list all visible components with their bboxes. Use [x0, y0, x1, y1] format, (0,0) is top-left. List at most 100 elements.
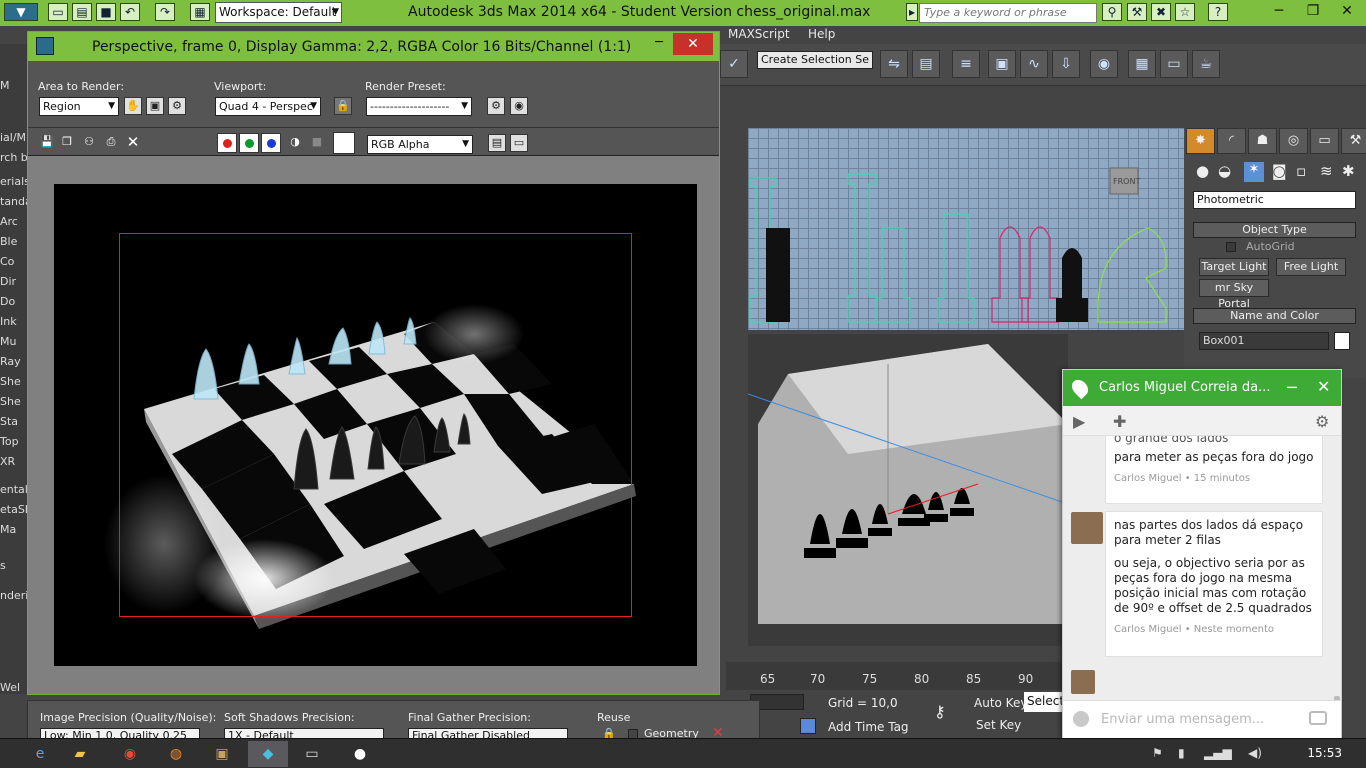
- cameras-icon[interactable]: ◙: [1272, 162, 1287, 180]
- alpha-display-icon[interactable]: ◑: [286, 134, 304, 152]
- video-call-icon[interactable]: ▶: [1073, 412, 1085, 431]
- project-folder-icon[interactable]: ▦: [190, 3, 210, 21]
- workspace-dropdown[interactable]: Workspace: Default ▼: [215, 2, 342, 23]
- environment-effects-icon[interactable]: ◉: [510, 97, 528, 115]
- space-warps-icon[interactable]: ≋: [1320, 162, 1333, 180]
- media-app-icon[interactable]: ▣: [202, 741, 242, 767]
- render-preset-dropdown[interactable]: -------------------- ▼: [366, 97, 472, 116]
- auto-region-icon[interactable]: ▣: [146, 97, 164, 115]
- display-channel-dropdown[interactable]: RGB Alpha ▼: [367, 135, 473, 154]
- clone-frame-window-icon[interactable]: ⚇: [80, 134, 98, 152]
- render-setup-icon[interactable]: ⚙: [487, 97, 505, 115]
- firefox-icon[interactable]: ◍: [156, 741, 196, 767]
- toggle-ui-icon[interactable]: ▭: [510, 134, 528, 152]
- modify-tab-icon[interactable]: ◜: [1217, 128, 1246, 154]
- mr-sky-portal-button[interactable]: mr Sky Portal: [1199, 279, 1269, 310]
- lights-icon[interactable]: ✶: [1244, 162, 1264, 182]
- rendered-image[interactable]: [54, 184, 697, 666]
- curve-editor-icon[interactable]: ∿: [1020, 50, 1048, 78]
- mirror-icon[interactable]: ⇋: [880, 50, 908, 78]
- render-teapot-icon[interactable]: ☕: [1192, 50, 1220, 78]
- close-button[interactable]: ✕: [1330, 1, 1364, 23]
- timeline-ruler[interactable]: 65 70 75 80 85 90: [726, 662, 1066, 690]
- systems-icon[interactable]: ✱: [1342, 162, 1355, 180]
- green-channel-toggle[interactable]: [239, 133, 259, 153]
- hierarchy-tab-icon[interactable]: ☗: [1248, 128, 1277, 154]
- render-window-close-button[interactable]: ✕: [673, 33, 713, 55]
- new-file-icon[interactable]: ▭: [48, 3, 68, 21]
- schematic-view-icon[interactable]: ⇩: [1052, 50, 1080, 78]
- communication-icon[interactable]: ✖: [1151, 3, 1171, 21]
- chat-message-input[interactable]: Enviar uma mensagem...: [1101, 712, 1264, 727]
- 3ds-max-taskbar-icon[interactable]: ◆: [248, 741, 288, 767]
- key-icon[interactable]: ⚷: [934, 702, 946, 721]
- internet-explorer-icon[interactable]: e: [20, 741, 60, 767]
- menu-maxscript[interactable]: MAXScript: [728, 27, 790, 41]
- time-tag-icon[interactable]: [800, 718, 816, 734]
- name-and-color-rollout[interactable]: Name and Color: [1193, 308, 1356, 324]
- emoji-icon[interactable]: [1073, 711, 1089, 727]
- lock-viewport-icon[interactable]: 🔒: [334, 97, 352, 115]
- chat-minimize-button[interactable]: ─: [1287, 378, 1297, 397]
- rendered-frame-window-icon[interactable]: ▭: [1160, 50, 1188, 78]
- perspective-viewport[interactable]: [748, 334, 1068, 646]
- monochrome-icon[interactable]: ■: [308, 134, 326, 152]
- free-light-button[interactable]: Free Light: [1276, 258, 1346, 276]
- object-name-field[interactable]: Box001: [1199, 332, 1329, 350]
- print-image-icon[interactable]: ⎙: [102, 134, 120, 152]
- search-expand-icon[interactable]: ▸: [906, 3, 918, 21]
- undo-icon[interactable]: ↶: [120, 3, 140, 21]
- battery-icon[interactable]: ▮: [1178, 746, 1185, 760]
- keyword-search-input[interactable]: Type a keyword or phrase: [919, 3, 1097, 23]
- render-window-minimize-button[interactable]: ─: [646, 34, 672, 54]
- restore-button[interactable]: ❐: [1296, 1, 1330, 23]
- hangouts-taskbar-icon[interactable]: ●: [340, 741, 380, 767]
- settings-gear-icon[interactable]: ⚙: [1315, 412, 1329, 431]
- spell-check-icon[interactable]: ✓: [720, 50, 748, 78]
- viewport-dropdown[interactable]: Quad 4 - Perspec ▼: [215, 97, 321, 116]
- add-time-tag-button[interactable]: Add Time Tag: [828, 720, 909, 734]
- selection-set-dropdown[interactable]: Create Selection Se: [757, 51, 873, 69]
- network-icon[interactable]: ▂▄▆: [1204, 746, 1232, 760]
- area-to-render-dropdown[interactable]: Region ▼: [39, 97, 119, 116]
- save-image-icon[interactable]: 💾: [38, 134, 56, 152]
- redo-icon[interactable]: ↷: [155, 3, 175, 21]
- material-editor-icon[interactable]: ◉: [1090, 50, 1118, 78]
- chrome-icon[interactable]: ◉: [110, 741, 150, 767]
- object-type-rollout[interactable]: Object Type: [1193, 222, 1356, 238]
- render-setup-icon[interactable]: ▦: [1128, 50, 1156, 78]
- shapes-icon[interactable]: ◒: [1218, 162, 1231, 180]
- utilities-tab-icon[interactable]: ⚒: [1341, 128, 1366, 154]
- set-key-button[interactable]: Set Key: [976, 718, 1021, 732]
- auto-key-button[interactable]: Auto Key: [974, 696, 1027, 710]
- display-tab-icon[interactable]: ▭: [1310, 128, 1339, 154]
- front-viewport[interactable]: FRONT: [748, 128, 1184, 330]
- menu-help[interactable]: Help: [808, 27, 835, 41]
- app-logo-icon[interactable]: ▼: [4, 3, 38, 21]
- light-type-dropdown[interactable]: Photometric: [1193, 191, 1356, 209]
- open-file-icon[interactable]: ▤: [72, 3, 92, 21]
- autogrid-checkbox[interactable]: [1226, 242, 1236, 252]
- help-icon[interactable]: ?: [1208, 3, 1228, 21]
- file-explorer-icon[interactable]: ▰: [60, 741, 100, 767]
- blue-channel-toggle[interactable]: [261, 133, 281, 153]
- favorites-star-icon[interactable]: ☆: [1175, 3, 1195, 21]
- object-color-swatch[interactable]: [1334, 332, 1350, 350]
- binoculars-icon[interactable]: ⚲: [1102, 3, 1122, 21]
- edit-region-icon[interactable]: ✋: [124, 97, 142, 115]
- align-icon[interactable]: ▤: [912, 50, 940, 78]
- red-channel-toggle[interactable]: [217, 133, 237, 153]
- subscription-icon[interactable]: ⚒: [1127, 3, 1147, 21]
- notifications-icon[interactable]: ⚑: [1152, 746, 1163, 760]
- motion-tab-icon[interactable]: ◎: [1279, 128, 1308, 154]
- chat-header[interactable]: Carlos Miguel Correia da... ─ ✕: [1063, 370, 1341, 406]
- chat-close-button[interactable]: ✕: [1317, 377, 1330, 396]
- geometry-icon[interactable]: ●: [1196, 162, 1209, 180]
- target-light-button[interactable]: Target Light: [1199, 258, 1269, 276]
- render-region-icon[interactable]: ⚙: [168, 97, 186, 115]
- add-person-icon[interactable]: ✚: [1113, 412, 1126, 431]
- volume-icon[interactable]: ◀): [1248, 746, 1262, 760]
- create-tab-icon[interactable]: ✸: [1186, 128, 1215, 154]
- scene-explorer-icon[interactable]: ▣: [988, 50, 1016, 78]
- camera-icon[interactable]: [1309, 711, 1327, 725]
